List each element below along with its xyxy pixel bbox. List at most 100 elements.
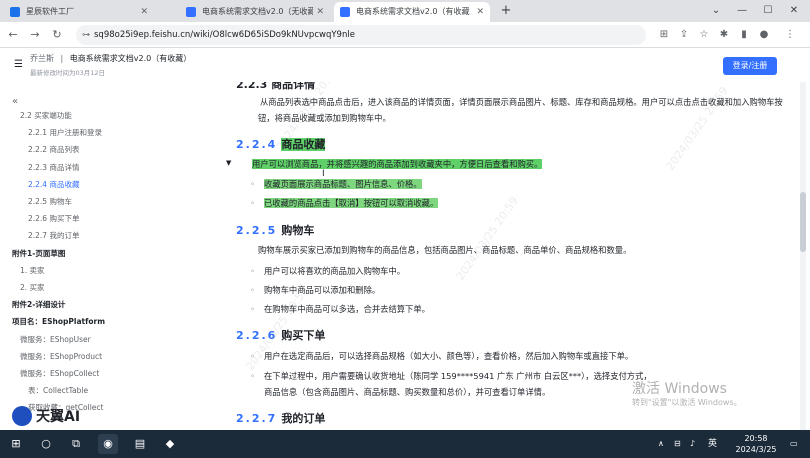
sidebar-item[interactable]: 1. 卖家 (20, 265, 45, 276)
windows-taskbar: ⊞ ○ ⧉ ◉ ▤ ◆ ∧ ⊟ ♪ 英 20:58 2024/3/25 ▭ (0, 430, 810, 458)
toc-sidebar: « 2.2 买家端功能 2.2.1 用户注册和登录 2.2.2 商品列表 2.2.3 … (0, 82, 120, 430)
new-tab-button[interactable]: + (492, 0, 520, 22)
list-item: 已收藏的商品点击【取消】按钮可以取消收藏。 (250, 195, 439, 211)
list-item: 在下单过程中，用户需要确认收货地址（陈同学 159****5941 广东 广州市… (250, 368, 652, 384)
sidebar-item[interactable]: 2.2.7 我的订单 (28, 230, 79, 241)
last-modified: 最新修改时间为03月12日 (30, 69, 106, 77)
doc-header: ☰ 乔兰斯 | 电商系统需求文档v2.0（有收藏） 最新修改时间为03月12日 … (0, 48, 810, 82)
sidebar-item[interactable]: 2.2 买家端功能 (20, 110, 72, 121)
sidebar-item[interactable]: 表：CollectTable (28, 385, 88, 396)
extensions-icon[interactable]: ✱ (716, 26, 732, 44)
tab-xingchen[interactable]: 星辰软件工厂 ✕ (4, 2, 154, 22)
section-title: 购物车 (281, 224, 315, 237)
chrome-icon[interactable]: ◉ (98, 434, 118, 454)
maximize-button[interactable]: ☐ (754, 0, 782, 22)
network-icon[interactable]: ⊟ (674, 430, 681, 458)
section-number: 2.2.7 (236, 412, 278, 425)
tianyi-ai-logo: 天翼AI (12, 404, 108, 428)
minimize-button[interactable]: — (728, 0, 756, 22)
app-icon[interactable]: ◆ (160, 434, 180, 454)
section-paragraph-2-2-3: 从商品列表选中商品点击后，进入该商品的详情页面，详情页面展示商品图片、标题、库存… (258, 97, 783, 123)
browser-toolbar: ← → ↻ ⊶ sq98o25i9ep.feishu.cn/wiki/O8lcw… (0, 22, 810, 48)
task-view-icon[interactable]: ⧉ (66, 434, 86, 454)
sidebar-item[interactable]: 2.2.2 商品列表 (28, 144, 79, 155)
logo-text: 天翼AI (36, 409, 81, 425)
list-item: 收藏页面展示商品标题、图片信息、价格。 (250, 176, 422, 192)
sidebar-item[interactable]: 微服务：EShopUser (20, 334, 91, 345)
profile-icon[interactable]: ● (756, 26, 772, 44)
collapse-sidebar-icon[interactable]: « (12, 96, 18, 107)
watermark: 2024/03/25 20:59 (453, 194, 521, 283)
breadcrumb: 乔兰斯 | 电商系统需求文档v2.0（有收藏） (30, 54, 192, 63)
back-icon[interactable]: ← (4, 26, 22, 44)
highlighted-text: 收藏页面展示商品标题、图片信息、价格。 (264, 179, 422, 189)
tab-search-icon[interactable]: ⌄ (702, 0, 730, 22)
tab-doc-no-collect[interactable]: 电商系统需求文档v2.0（无收藏 ✕ (180, 2, 330, 22)
forward-icon[interactable]: → (26, 26, 44, 44)
list-item-continuation: 商品信息（包含商品图片、商品标题、购买数量和总价），并可查看订单详情。 (264, 387, 551, 397)
activate-windows-subtitle: 转到"设置"以激活 Windows。 (632, 398, 742, 407)
section-title: 我的订单 (281, 412, 326, 425)
file-explorer-icon[interactable]: ▤ (130, 434, 150, 454)
tab-favicon-icon (10, 7, 20, 17)
sidebar-item[interactable]: 2. 买家 (20, 282, 45, 293)
list-item: 在购物车中商品可以多选，合并去结算下单。 (250, 301, 430, 317)
notification-icon[interactable]: ▭ (790, 430, 798, 458)
bookmark-star-icon[interactable]: ☆ (696, 26, 712, 44)
share-icon[interactable]: ⇪ (676, 26, 692, 44)
section-heading-2-2-7: 2.2.7 我的订单 (236, 410, 325, 426)
login-register-button[interactable]: 登录/注册 (723, 57, 777, 75)
tab-title: 电商系统需求文档v2.0（有收藏 (356, 7, 470, 16)
input-method-indicator[interactable]: 英 (708, 430, 717, 458)
volume-icon[interactable]: ♪ (690, 430, 695, 458)
clock[interactable]: 20:58 2024/3/25 (728, 430, 784, 458)
block-collapse-icon[interactable]: ▼ (226, 159, 231, 167)
sidebar-item[interactable]: 微服务：EShopCollect (20, 368, 99, 379)
tab-close-icon[interactable]: ✕ (140, 2, 148, 22)
scrollbar[interactable] (800, 82, 806, 430)
sidebar-item[interactable]: 2.2.5 购物车 (28, 196, 72, 207)
close-window-button[interactable]: ✕ (780, 0, 808, 22)
sidepanel-icon[interactable]: ▮ (736, 26, 752, 44)
translate-icon[interactable]: ⊞ (656, 26, 672, 44)
tab-close-icon[interactable]: ✕ (313, 2, 324, 22)
tab-doc-with-collect[interactable]: 电商系统需求文档v2.0（有收藏 ✕ (334, 2, 490, 22)
site-info-icon[interactable]: ⊶ (82, 25, 90, 45)
sidebar-item[interactable]: 附件2-详细设计 (12, 299, 65, 310)
section-number: 2.2.6 (236, 329, 278, 342)
section-paragraph-2-2-4: 用户可以浏览商品，并将感兴趣的商品添加到收藏夹中，方便日后查看和购买。 (252, 156, 543, 172)
section-heading-2-2-6: 2.2.6 购买下单 (236, 327, 325, 343)
sidebar-item[interactable]: 2.2.6 购买下单 (28, 213, 79, 224)
highlighted-text: 已收藏的商品点击【取消】按钮可以取消收藏。 (264, 198, 439, 208)
address-bar[interactable]: ⊶ sq98o25i9ep.feishu.cn/wiki/O8lcw6D65iS… (76, 25, 646, 45)
highlighted-text: 用户可以浏览商品，并将感兴趣的商品添加到收藏夹中，方便日后查看和购买。 (252, 159, 543, 169)
sidebar-item[interactable]: 微服务：EShopProduct (20, 351, 102, 362)
list-item: 用户可以将喜欢的商品加入购物车中。 (250, 263, 405, 279)
sidebar-item[interactable]: 2.2.4 商品收藏 (28, 179, 79, 190)
scrollbar-thumb[interactable] (800, 192, 806, 252)
list-item: 购物车中商品可以添加和删除。 (250, 282, 380, 298)
search-icon[interactable]: ○ (36, 434, 56, 454)
sidebar-item[interactable]: 附件1-页面草图 (12, 248, 65, 259)
tianyi-logo-icon (12, 406, 32, 426)
sidebar-item[interactable]: 项目名：EShopPlatform (12, 316, 105, 327)
section-number: 2.2.4 (236, 138, 278, 151)
toc-toggle-icon[interactable]: ☰ (14, 59, 23, 70)
section-heading-2-2-4: 2.2.4 商品收藏 (236, 136, 326, 152)
windows-start-icon[interactable]: ⊞ (6, 434, 26, 454)
breadcrumb-root[interactable]: 乔兰斯 (30, 54, 54, 63)
section-heading-2-2-3: 2.2.3 商品详情 (236, 82, 316, 91)
clock-date: 2024/3/25 (735, 445, 777, 454)
tab-close-icon[interactable]: ✕ (473, 2, 484, 22)
section-heading-2-2-5: 2.2.5 购物车 (236, 222, 314, 238)
browser-tab-strip: 星辰软件工厂 ✕ 电商系统需求文档v2.0（无收藏 ✕ 电商系统需求文档v2.0… (0, 0, 810, 22)
tab-favicon-icon (186, 7, 196, 17)
sidebar-item[interactable]: 2.2.3 商品详情 (28, 162, 79, 173)
tray-expand-icon[interactable]: ∧ (658, 430, 664, 458)
clock-time: 20:58 (744, 434, 768, 443)
reload-icon[interactable]: ↻ (48, 26, 66, 44)
menu-icon[interactable]: ⋮ (782, 26, 798, 44)
text-cursor-icon: I (322, 169, 325, 179)
sidebar-item[interactable]: 2.2.1 用户注册和登录 (28, 127, 102, 138)
tab-title: 电商系统需求文档v2.0（无收藏 (202, 7, 316, 16)
